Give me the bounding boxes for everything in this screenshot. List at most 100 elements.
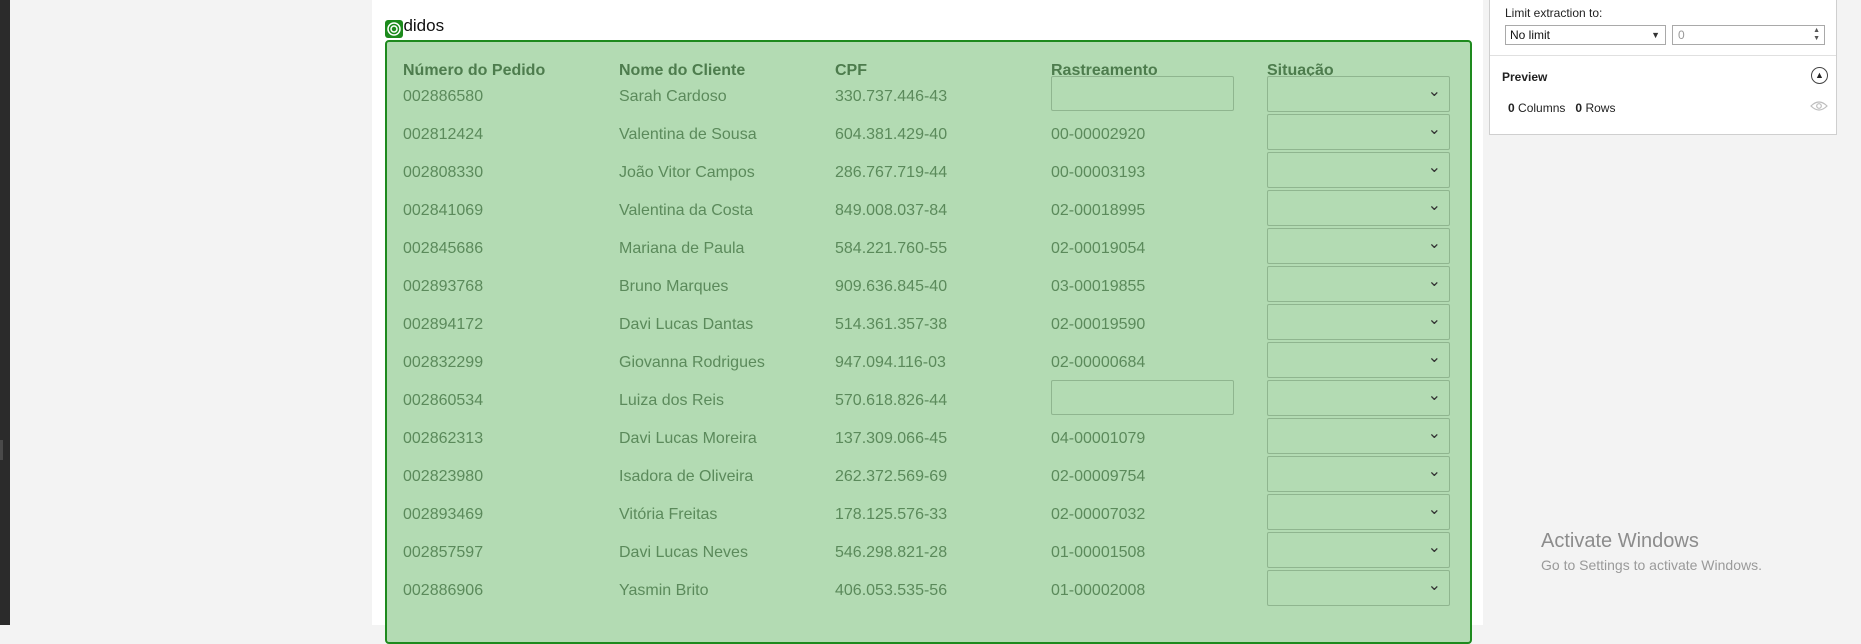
status-select[interactable]: ⌄ — [1267, 114, 1450, 150]
table-row: 002860534 Luiza dos Reis 570.618.826-44 ⌄ — [0, 380, 1861, 430]
client-name-cell: Sarah Cardoso — [619, 88, 727, 105]
order-number-cell: 002893469 — [403, 506, 484, 523]
panel-divider — [1490, 55, 1836, 56]
limit-count-value: 0 — [1678, 28, 1685, 42]
activate-windows-watermark: Activate Windows Go to Settings to activ… — [1541, 530, 1762, 573]
status-select[interactable]: ⌄ — [1267, 228, 1450, 264]
chevron-down-icon: ⌄ — [1427, 501, 1441, 518]
cpf-cell: 330.737.446-43 — [835, 88, 948, 105]
limit-extraction-select[interactable]: No limit ▼ — [1505, 25, 1666, 45]
collapse-up-icon[interactable]: ▲ — [1811, 67, 1828, 84]
column-header-cpf: CPF — [835, 62, 867, 79]
chevron-down-icon: ⌄ — [1427, 235, 1441, 252]
client-name-cell: Bruno Marques — [619, 278, 729, 295]
tracking-cell: 02-00009754 — [1051, 468, 1146, 485]
order-number-cell: 002862313 — [403, 430, 484, 447]
column-header-client-name: Nome do Cliente — [619, 62, 746, 79]
table-row: 002841069 Valentina da Costa 849.008.037-8… — [0, 190, 1861, 240]
extraction-panel: Limit extraction to: No limit ▼ 0 ▲ ▼ Pre… — [1489, 0, 1837, 135]
status-select[interactable]: ⌄ — [1267, 380, 1450, 416]
cpf-cell: 137.309.066-45 — [835, 430, 948, 447]
dropdown-arrow-icon: ▼ — [1651, 30, 1660, 40]
client-name-cell: Davi Lucas Moreira — [619, 430, 757, 447]
limit-extraction-selected: No limit — [1510, 28, 1551, 42]
table-row: 002832299 Giovanna Rodrigues 947.094.116-0… — [0, 342, 1861, 392]
client-name-cell: Giovanna Rodrigues — [619, 354, 765, 371]
table-row: 002893768 Bruno Marques 909.636.845-40 03-0… — [0, 266, 1861, 316]
limit-extraction-label: Limit extraction to: — [1505, 6, 1603, 20]
status-select[interactable]: ⌄ — [1267, 190, 1450, 226]
status-select[interactable]: ⌄ — [1267, 76, 1450, 112]
cpf-cell: 584.221.760-55 — [835, 240, 948, 257]
tracking-cell: 02-00018995 — [1051, 202, 1146, 219]
cpf-cell: 406.053.535-56 — [835, 582, 948, 599]
order-number-cell: 002845686 — [403, 240, 484, 257]
chevron-down-icon: ⌄ — [1427, 197, 1441, 214]
tracking-cell: 01-00002008 — [1051, 582, 1146, 599]
order-number-cell: 002841069 — [403, 202, 484, 219]
cpf-cell: 262.372.569-69 — [835, 468, 948, 485]
client-name-cell: Vitória Freitas — [619, 506, 718, 523]
chevron-down-icon: ⌄ — [1427, 349, 1441, 366]
order-number-cell: 002823980 — [403, 468, 484, 485]
status-select[interactable]: ⌄ — [1267, 532, 1450, 568]
tracking-cell: 03-00019855 — [1051, 278, 1146, 295]
tracking-cell: 00-00003193 — [1051, 164, 1146, 181]
cpf-cell: 286.767.719-44 — [835, 164, 948, 181]
limit-count-input[interactable]: 0 ▲ ▼ — [1672, 25, 1825, 45]
cpf-cell: 514.361.357-38 — [835, 316, 948, 333]
tracking-cell: 02-00000684 — [1051, 354, 1146, 371]
client-name-cell: Davi Lucas Neves — [619, 544, 748, 561]
columns-label: Columns — [1518, 101, 1566, 115]
columns-count: 0 — [1508, 101, 1515, 115]
order-number-cell: 002857597 — [403, 544, 484, 561]
table-row: 002894172 Davi Lucas Dantas 514.361.357-38… — [0, 304, 1861, 354]
client-name-cell: Isadora de Oliveira — [619, 468, 754, 485]
status-select[interactable]: ⌄ — [1267, 304, 1450, 340]
preview-counts: 0 Columns 0 Rows — [1508, 101, 1615, 115]
tracking-input[interactable] — [1051, 380, 1234, 415]
status-select[interactable]: ⌄ — [1267, 456, 1450, 492]
table-row: 002823980 Isadora de Oliveira 262.372.569-… — [0, 456, 1861, 506]
status-select[interactable]: ⌄ — [1267, 418, 1450, 454]
chevron-down-icon: ⌄ — [1427, 83, 1441, 100]
status-select[interactable]: ⌄ — [1267, 152, 1450, 188]
chevron-down-icon: ⌄ — [1427, 463, 1441, 480]
preview-label: Preview — [1502, 70, 1548, 84]
status-select[interactable]: ⌄ — [1267, 266, 1450, 302]
cpf-cell: 947.094.116-03 — [835, 354, 946, 371]
tracking-cell: 02-00019590 — [1051, 316, 1146, 333]
cpf-cell: 909.636.845-40 — [835, 278, 948, 295]
table-row: 002862313 Davi Lucas Moreira 137.309.066-4… — [0, 418, 1861, 468]
rows-count: 0 — [1575, 101, 1583, 115]
table-row: 002886906 Yasmin Brito 406.053.535-56 01-00… — [0, 570, 1861, 620]
spin-arrows-icon[interactable]: ▲ ▼ — [1813, 27, 1820, 43]
tracking-cell: 01-00001508 — [1051, 544, 1146, 561]
cpf-cell: 570.618.826-44 — [835, 392, 948, 409]
order-number-cell: 002886906 — [403, 582, 484, 599]
tracking-cell: 04-00001079 — [1051, 430, 1146, 447]
watermark-subtitle: Go to Settings to activate Windows. — [1541, 557, 1762, 573]
status-select[interactable]: ⌄ — [1267, 570, 1450, 606]
order-number-cell: 002893768 — [403, 278, 484, 295]
watermark-title: Activate Windows — [1541, 530, 1699, 552]
table-row: 002808330 João Vitor Campos 286.767.719-44… — [0, 152, 1861, 202]
order-number-cell: 002808330 — [403, 164, 484, 181]
chevron-down-icon: ⌄ — [1427, 273, 1441, 290]
tracking-input[interactable] — [1051, 76, 1234, 111]
chevron-down-icon: ⌄ — [1427, 159, 1441, 176]
column-header-order-number: Número do Pedido — [403, 62, 546, 79]
chevron-down-icon: ⌄ — [1427, 387, 1441, 404]
chevron-down-icon: ⌄ — [1427, 121, 1441, 138]
rows-label: Rows — [1585, 101, 1616, 115]
client-name-cell: Mariana de Paula — [619, 240, 745, 257]
client-name-cell: João Vitor Campos — [619, 164, 755, 181]
order-number-cell: 002894172 — [403, 316, 484, 333]
eye-icon[interactable] — [1810, 100, 1828, 112]
client-name-cell: Yasmin Brito — [619, 582, 709, 599]
status-select[interactable]: ⌄ — [1267, 342, 1450, 378]
cpf-cell: 178.125.576-33 — [835, 506, 948, 523]
target-icon[interactable] — [385, 20, 403, 38]
status-select[interactable]: ⌄ — [1267, 494, 1450, 530]
client-name-cell: Davi Lucas Dantas — [619, 316, 754, 333]
